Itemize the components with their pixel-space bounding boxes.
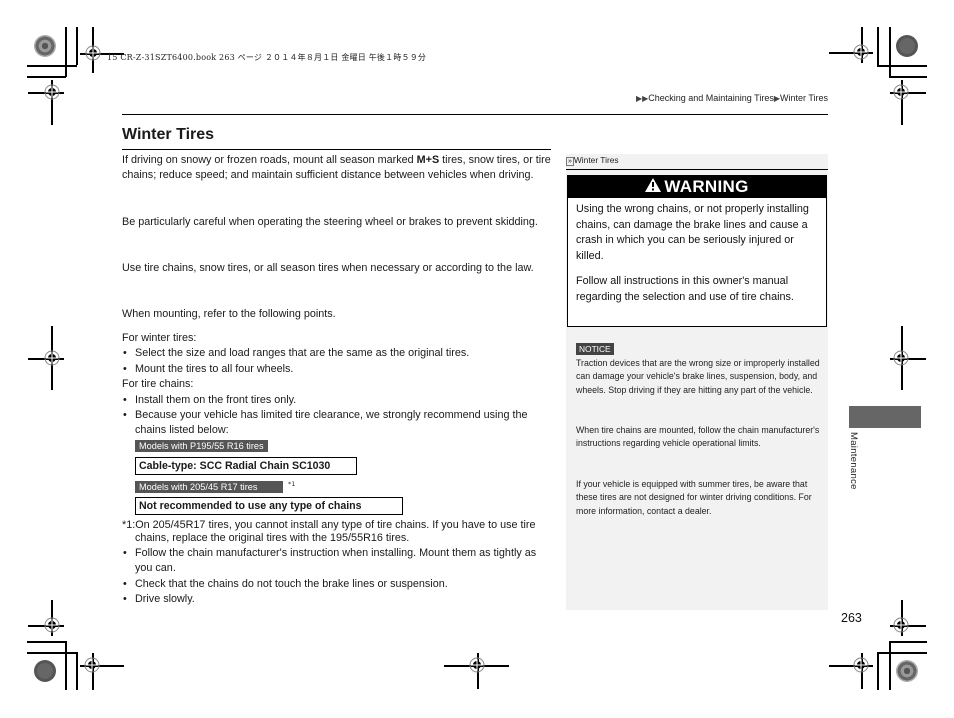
list-item: Check that the chains do not touch the b… xyxy=(122,577,552,593)
crop-mark xyxy=(27,65,77,67)
crop-mark xyxy=(65,641,67,690)
breadcrumb: ▶▶Checking and Maintaining Tires▶Winter … xyxy=(636,93,828,103)
footnote-ref: *1 xyxy=(288,480,296,488)
footnote-text: *1:On 205/45R17 tires, you cannot instal… xyxy=(122,519,536,544)
list-item: Follow the chain manufacturer's instruct… xyxy=(122,546,552,577)
registration-mark-icon xyxy=(890,614,912,636)
warning-paragraph: Using the wrong chains, or not properly … xyxy=(576,203,809,262)
intro-paragraph: If driving on snowy or frozen roads, mou… xyxy=(122,153,552,184)
title-rule xyxy=(122,149,551,150)
list-item: Select the size and load ranges that are… xyxy=(122,346,552,362)
chapter-tab-label[interactable]: Maintenance xyxy=(848,432,859,490)
ms-mark: M+S xyxy=(416,154,440,166)
list-item: Drive slowly. xyxy=(122,592,552,608)
registration-mark-icon xyxy=(41,614,63,636)
page-number: 263 xyxy=(841,611,862,625)
footnote: *1:On 205/45R17 tires, you cannot instal… xyxy=(122,519,552,545)
side-heading-rule xyxy=(566,169,828,170)
registration-mark-icon xyxy=(82,42,104,64)
crop-mark xyxy=(877,652,927,654)
page-title: Winter Tires xyxy=(122,126,215,143)
model-label: Models with 205/45 R17 tires xyxy=(135,481,283,493)
crop-mark xyxy=(65,27,67,77)
triangle-right-icon: ▶▶ xyxy=(635,94,649,103)
warning-paragraph: Follow all instructions in this owner's … xyxy=(576,275,794,303)
registration-mark-icon xyxy=(81,654,103,676)
crop-mark xyxy=(877,65,927,67)
chapter-tab-marker[interactable] xyxy=(849,406,921,428)
crop-mark xyxy=(889,76,927,78)
list-item: Install them on the front tires only. xyxy=(122,393,552,409)
crop-mark xyxy=(889,641,891,690)
final-points-list: Follow the chain manufacturer's instruct… xyxy=(122,546,552,608)
crop-mark xyxy=(889,641,927,643)
list-item: Mount the tires to all four wheels. xyxy=(122,362,552,378)
crop-mark xyxy=(27,76,66,78)
breadcrumb-item[interactable]: Checking and Maintaining Tires xyxy=(648,93,774,103)
registration-mark-icon xyxy=(850,41,872,63)
crop-mark xyxy=(76,27,78,65)
side-note: When tire chains are mounted, follow the… xyxy=(576,425,820,449)
crop-mark xyxy=(877,27,879,66)
warning-header: WARNING xyxy=(568,176,826,198)
registration-mark-icon xyxy=(850,654,872,676)
list-heading: For tire chains: xyxy=(122,378,194,391)
registration-mark-icon xyxy=(890,81,912,103)
crop-mark xyxy=(27,641,66,643)
color-target-icon xyxy=(896,660,918,682)
print-file-info: 15 CR-Z-31SZT6400.book 263 ページ ２０１４年８月１日… xyxy=(107,53,427,62)
warning-box: WARNING Using the wrong chains, or not p… xyxy=(567,175,827,327)
side-panel-heading: » Winter Tires xyxy=(566,155,619,166)
warning-label: WARNING xyxy=(664,177,749,196)
side-note: If your vehicle is equipped with summer … xyxy=(576,479,812,516)
warning-triangle-icon xyxy=(645,177,662,197)
crop-mark xyxy=(76,652,78,690)
header-rule xyxy=(122,114,828,116)
warning-body: Using the wrong chains, or not properly … xyxy=(568,198,826,306)
registration-mark-icon xyxy=(466,654,488,676)
double-chevron-icon: » xyxy=(566,157,574,166)
registration-mark-icon xyxy=(41,347,63,369)
paragraph: Use tire chains, snow tires, or all seas… xyxy=(122,262,534,274)
list-heading: For winter tires: xyxy=(122,332,197,344)
list-item: Because your vehicle has limited tire cl… xyxy=(122,408,552,439)
color-target-icon xyxy=(34,660,56,682)
crop-mark xyxy=(877,652,879,690)
crop-mark xyxy=(889,27,891,77)
color-target-icon xyxy=(34,35,56,57)
chain-recommendation: Cable-type: SCC Radial Chain SC1030 xyxy=(135,457,357,475)
paragraph: Be particularly careful when operating t… xyxy=(122,216,538,228)
model-label: Models with P195/55 R16 tires xyxy=(135,440,268,452)
intro-text: If driving on snowy or frozen roads, mou… xyxy=(122,154,417,166)
notice-badge: NOTICE xyxy=(576,343,614,355)
chain-recommendation: Not recommended to use any type of chain… xyxy=(135,497,403,515)
notice-text: Traction devices that are the wrong size… xyxy=(576,358,820,395)
side-heading-text[interactable]: Winter Tires xyxy=(574,155,619,165)
points-list: For winter tires: Select the size and lo… xyxy=(122,331,552,439)
registration-mark-icon xyxy=(41,81,63,103)
color-target-icon xyxy=(896,35,918,57)
breadcrumb-item-current: Winter Tires xyxy=(779,93,828,103)
crop-mark xyxy=(27,652,77,654)
paragraph: When mounting, refer to the following po… xyxy=(122,308,336,320)
registration-mark-icon xyxy=(890,347,912,369)
